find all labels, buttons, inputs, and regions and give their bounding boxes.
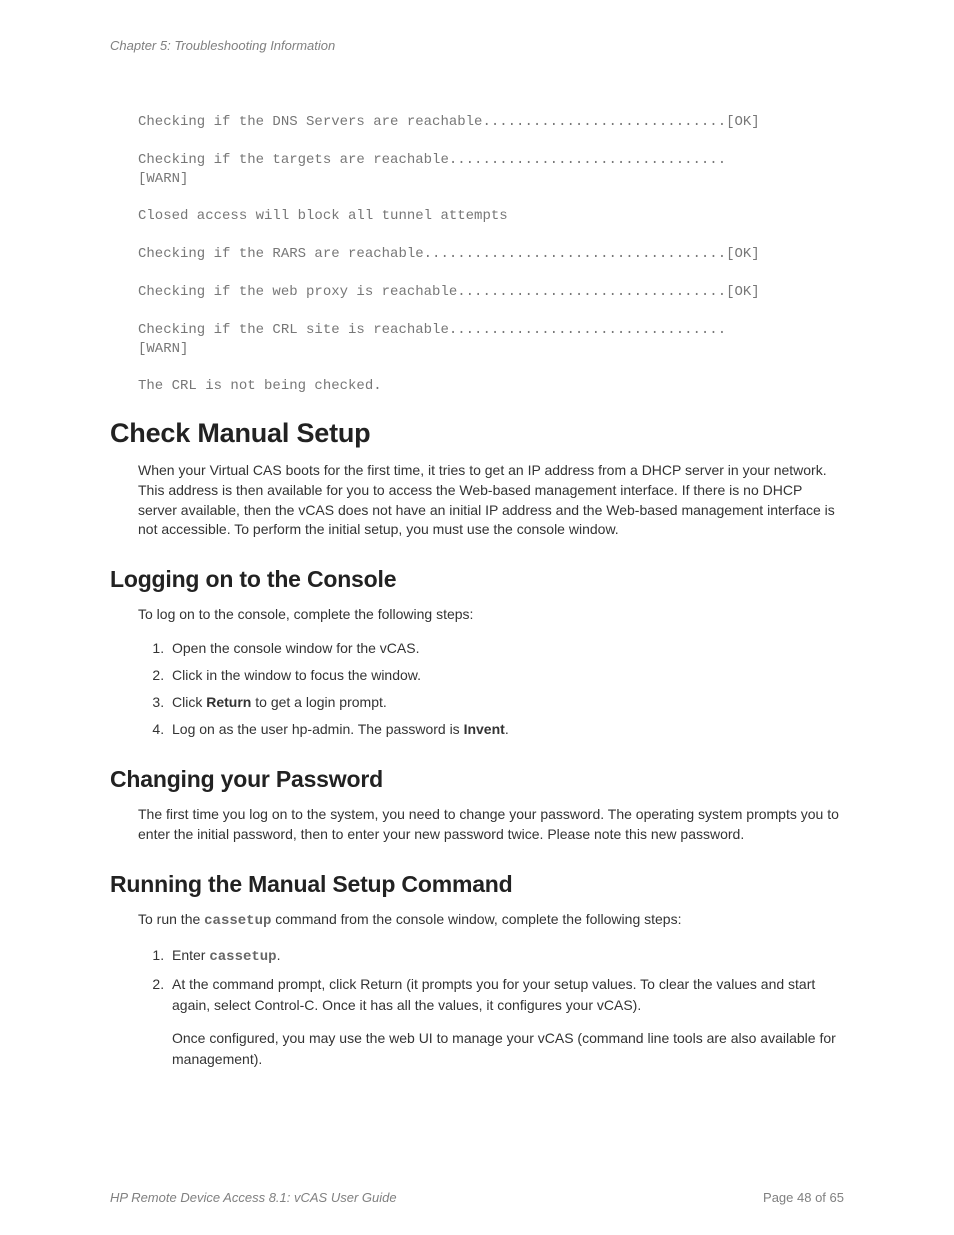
heading-changing-password: Changing your Password xyxy=(110,766,844,793)
code-line: Checking if the DNS Servers are reachabl… xyxy=(138,114,760,130)
paragraph: To run the cassetup command from the con… xyxy=(138,910,844,932)
steps-list-logging: Open the console window for the vCAS. Cl… xyxy=(144,638,844,740)
list-item: At the command prompt, click Return (it … xyxy=(168,974,844,1070)
code-line: Checking if the targets are reachable...… xyxy=(138,152,726,168)
code-line: Checking if the web proxy is reachable..… xyxy=(138,284,760,300)
footer-page-number: Page 48 of 65 xyxy=(763,1190,844,1205)
code-line: Closed access will block all tunnel atte… xyxy=(138,208,508,224)
text: Once configured, you may use the web UI … xyxy=(172,1028,844,1070)
list-item: Click Return to get a login prompt. xyxy=(168,692,844,713)
chapter-header: Chapter 5: Troubleshooting Information xyxy=(110,38,844,53)
code-line: The CRL is not being checked. xyxy=(138,378,382,394)
mono-text: cassetup xyxy=(204,913,271,929)
code-line: [WARN] xyxy=(138,171,188,187)
mono-text: cassetup xyxy=(209,949,276,965)
text: command from the console window, complet… xyxy=(271,911,681,927)
text: Log on as the user hp-admin. The passwor… xyxy=(172,721,464,737)
bold-text: Return xyxy=(206,694,251,710)
list-item: Log on as the user hp-admin. The passwor… xyxy=(168,719,844,740)
code-line: Checking if the CRL site is reachable...… xyxy=(138,322,726,338)
heading-running-manual-setup: Running the Manual Setup Command xyxy=(110,871,844,898)
text: To run the xyxy=(138,911,204,927)
text: to get a login prompt. xyxy=(251,694,386,710)
list-item: Enter cassetup. xyxy=(168,945,844,968)
page-footer: HP Remote Device Access 8.1: vCAS User G… xyxy=(110,1190,844,1205)
text: Enter xyxy=(172,947,209,963)
footer-title: HP Remote Device Access 8.1: vCAS User G… xyxy=(110,1190,397,1205)
list-item: Click in the window to focus the window. xyxy=(168,665,844,686)
document-page: Chapter 5: Troubleshooting Information C… xyxy=(0,0,954,1235)
code-line: Checking if the RARS are reachable......… xyxy=(138,246,760,262)
paragraph: To log on to the console, complete the f… xyxy=(138,605,844,625)
code-line: [WARN] xyxy=(138,341,188,357)
text: Click xyxy=(172,694,206,710)
list-item: Open the console window for the vCAS. xyxy=(168,638,844,659)
text: . xyxy=(505,721,509,737)
steps-list-running: Enter cassetup. At the command prompt, c… xyxy=(144,945,844,1070)
text: . xyxy=(277,947,281,963)
heading-logging-console: Logging on to the Console xyxy=(110,566,844,593)
paragraph: When your Virtual CAS boots for the firs… xyxy=(138,461,844,539)
text: At the command prompt, click Return (it … xyxy=(172,976,815,1013)
terminal-output: Checking if the DNS Servers are reachabl… xyxy=(138,113,844,396)
heading-check-manual-setup: Check Manual Setup xyxy=(110,418,844,449)
paragraph: The first time you log on to the system,… xyxy=(138,805,844,844)
bold-text: Invent xyxy=(464,721,505,737)
